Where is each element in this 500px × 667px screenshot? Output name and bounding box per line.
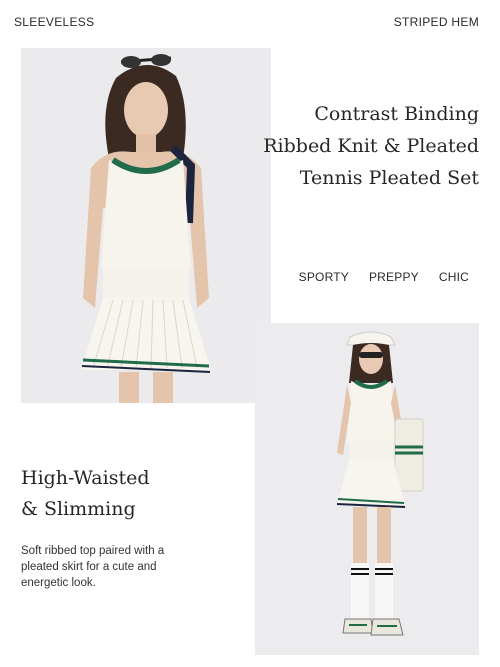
top-label-striped-hem: STRIPED HEM [393,15,479,29]
tag-preppy: PREPPY [368,270,419,284]
product-title: Contrast Binding Ribbed Knit & Pleated T… [263,98,479,194]
feature-heading: High-Waisted & Slimming [21,463,150,525]
tag-chic: CHIC [438,270,469,284]
model-illustration-full [255,323,479,655]
title-line: Tennis Pleated Set [299,167,479,189]
title-line: Contrast Binding [314,103,479,125]
model-illustration-front [21,48,271,403]
title-line: Ribbed Knit & Pleated [263,135,479,157]
top-label-sleeveless: SLEEVELESS [14,15,95,29]
heading-line: & Slimming [21,498,136,520]
style-tags: SPORTY PREPPY CHIC [299,270,469,284]
feature-description: Soft ribbed top paired with a pleated sk… [21,545,165,589]
product-photo-full-body [255,323,479,655]
product-photo-front [21,48,271,403]
heading-line: High-Waisted [21,467,150,489]
tag-sporty: SPORTY [298,270,349,284]
